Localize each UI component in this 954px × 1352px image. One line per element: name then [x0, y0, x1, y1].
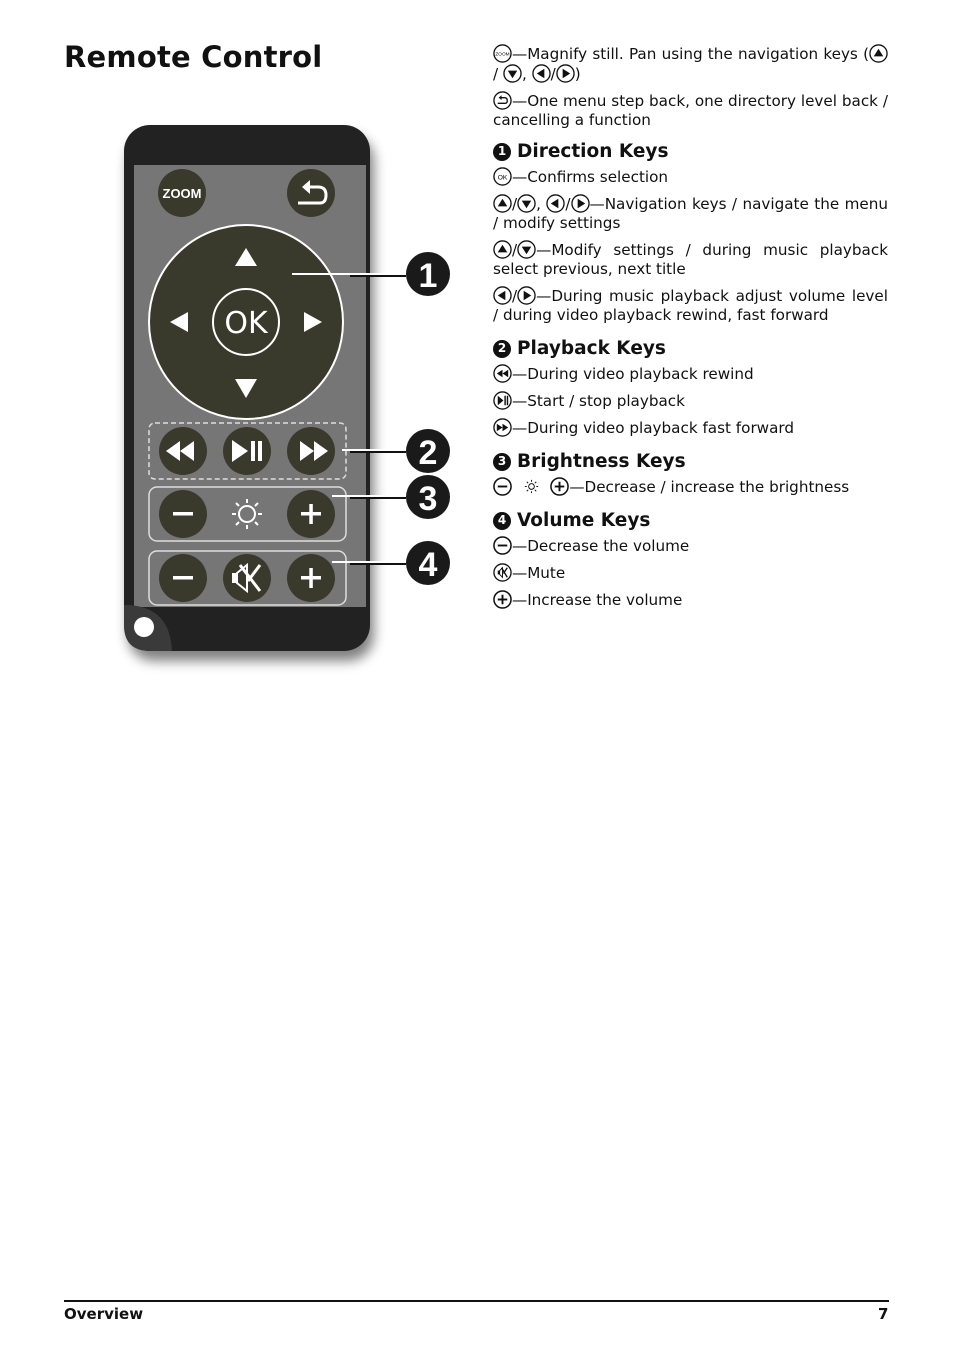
down-key-icon [517, 194, 536, 213]
svg-text:ZOOM: ZOOM [495, 51, 509, 57]
left-right-description: / —During music playback adjust volume le… [493, 286, 888, 324]
svg-text:4: 4 [419, 546, 438, 584]
svg-text:2: 2 [419, 434, 438, 472]
mute-description: —Mute [493, 563, 888, 583]
ir-led-icon [134, 617, 154, 637]
right-key-icon [556, 64, 575, 83]
right-key-icon [570, 194, 590, 213]
callout-4: 4 [406, 541, 450, 585]
playback-keys-heading: 2 Playback Keys [493, 339, 888, 358]
ok-key-icon: OK [493, 167, 512, 186]
left-key-icon [546, 194, 566, 213]
fast-forward-description: —During video playback fast forward [493, 418, 888, 438]
ok-label: OK [224, 306, 269, 341]
mute-key-icon [493, 563, 512, 582]
down-key-icon [503, 64, 522, 83]
left-key-icon [493, 286, 512, 305]
up-key-icon [493, 194, 512, 213]
up-down-description: / —Modify settings / during music playbac… [493, 240, 888, 278]
plus-key-icon [550, 477, 570, 496]
callout-2: 2 [406, 429, 450, 473]
back-key-icon [493, 91, 512, 110]
left-key-icon [531, 64, 551, 83]
volume-decrease-button[interactable] [159, 554, 207, 602]
key-descriptions: ZOOM —Magnify still. Pan using the naviga… [493, 44, 888, 617]
zoom-label: ZOOM [163, 186, 202, 201]
page-number: 7 [878, 1305, 889, 1323]
down-key-icon [517, 240, 536, 259]
volume-increase-description: —Increase the volume [493, 590, 888, 610]
volume-keys-heading: 4 Volume Keys [493, 511, 888, 530]
minus-key-icon [493, 477, 512, 496]
brightness-keys-heading: 3 Brightness Keys [493, 452, 888, 471]
back-button[interactable] [287, 169, 335, 217]
fast-forward-key-icon [493, 418, 512, 437]
rewind-description: —During video playback rewind [493, 364, 888, 384]
svg-text:1: 1 [419, 257, 438, 295]
callout-3: 3 [406, 475, 450, 519]
up-key-icon [493, 240, 512, 259]
callout-1: 1 [406, 252, 450, 296]
up-key-icon [869, 44, 888, 63]
svg-text:3: 3 [419, 480, 438, 518]
direction-keys-heading: 1 Direction Keys [493, 142, 888, 161]
footer-section: Overview [64, 1305, 144, 1323]
navigation-description: /, / —Navigation keys / navigate the menu… [493, 194, 888, 232]
volume-decrease-description: —Decrease the volume [493, 536, 888, 556]
zoom-button[interactable]: ZOOM [158, 169, 206, 217]
plus-key-icon [493, 590, 512, 609]
play-pause-description: —Start / stop playback [493, 391, 888, 411]
ok-description: OK —Confirms selection [493, 167, 888, 187]
back-description: —One menu step back, one directory level… [493, 91, 888, 129]
sun-icon [522, 477, 541, 496]
fast-forward-button[interactable] [287, 427, 335, 475]
ok-button[interactable]: OK [212, 288, 280, 356]
right-key-icon [517, 286, 536, 305]
svg-text:OK: OK [498, 174, 508, 181]
page-title: Remote Control [64, 40, 323, 74]
rewind-button[interactable] [159, 427, 207, 475]
volume-increase-button[interactable] [287, 554, 335, 602]
brightness-description: —Decrease / increase the brightness [493, 477, 888, 497]
brightness-increase-button[interactable] [287, 490, 335, 538]
zoom-description: ZOOM —Magnify still. Pan using the naviga… [493, 44, 888, 84]
zoom-key-icon: ZOOM [493, 44, 512, 63]
minus-key-icon [493, 536, 512, 555]
play-pause-key-icon [493, 391, 512, 410]
mute-button[interactable] [223, 554, 271, 602]
play-pause-button[interactable] [223, 427, 271, 475]
footer-rule [64, 1300, 889, 1302]
remote-control-illustration: ZOOM OK 1 2 3 4 [124, 125, 450, 651]
rewind-key-icon [493, 364, 512, 383]
minus-icon [173, 512, 193, 516]
brightness-decrease-button[interactable] [159, 490, 207, 538]
minus-icon [173, 576, 193, 580]
